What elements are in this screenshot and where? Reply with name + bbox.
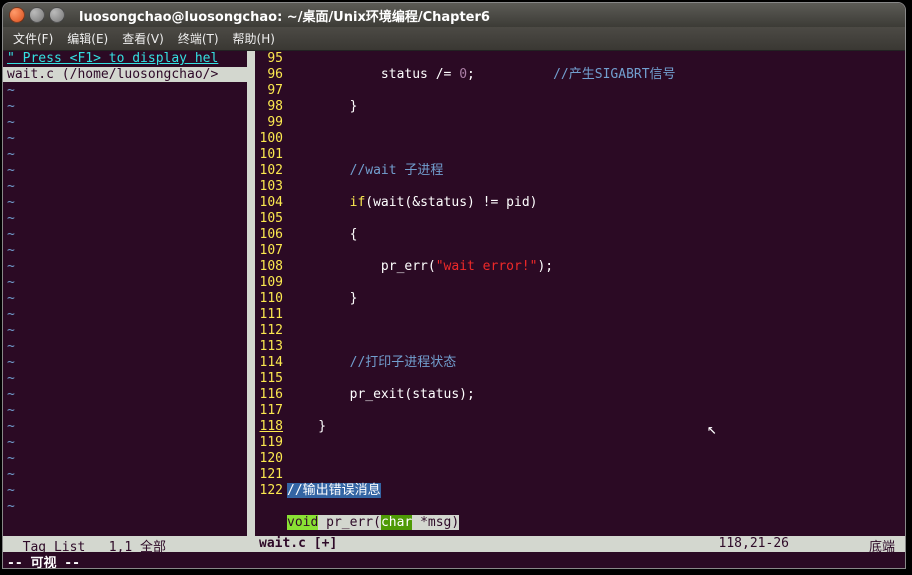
taglist-file-entry[interactable]: wait.c (/home/luosongchao/> [3, 67, 247, 82]
line-number: 122 [255, 483, 283, 499]
menu-view[interactable]: 查看(V) [116, 28, 170, 49]
taglist-pane[interactable]: " Press <F1> to display hel wait.c (/hom… [3, 51, 247, 568]
line-number: 97 [255, 83, 283, 99]
menu-help[interactable]: 帮助(H) [227, 28, 281, 49]
status-cursor-position: 118,21-26 [719, 536, 869, 552]
line-number: 106 [255, 227, 283, 243]
line-number: 119 [255, 435, 283, 451]
line-number: 102 [255, 163, 283, 179]
line-number: 113 [255, 339, 283, 355]
menu-terminal[interactable]: 终端(T) [172, 28, 225, 49]
line-number: 99 [255, 115, 283, 131]
vertical-separator[interactable] [247, 51, 255, 568]
line-number: 112 [255, 323, 283, 339]
line-number: 104 [255, 195, 283, 211]
line-number: 109 [255, 275, 283, 291]
code-text: status /= [287, 67, 459, 82]
status-taglist: __Tag_List__ 1,1 全部 [3, 536, 247, 552]
menubar: 文件(F) 编辑(E) 查看(V) 终端(T) 帮助(H) [3, 27, 905, 51]
menu-file[interactable]: 文件(F) [7, 28, 59, 49]
line-number: 103 [255, 179, 283, 195]
line-number: 120 [255, 451, 283, 467]
editor-area: " Press <F1> to display hel wait.c (/hom… [3, 51, 905, 568]
titlebar[interactable]: luosongchao@luosongchao: ~/桌面/Unix环境编程/C… [3, 3, 905, 27]
window-title: luosongchao@luosongchao: ~/桌面/Unix环境编程/C… [79, 6, 490, 25]
vim-mode: -- 可视 -- [7, 556, 80, 569]
mode-line: -- 可视 -- [3, 552, 905, 568]
window-close-icon[interactable] [9, 7, 25, 23]
window-maximize-icon[interactable] [49, 7, 65, 23]
line-number: 117 [255, 403, 283, 419]
taglist-hint: " Press <F1> to display hel [3, 51, 247, 66]
line-number: 107 [255, 243, 283, 259]
line-number: 115 [255, 371, 283, 387]
status-bar: __Tag_List__ 1,1 全部 wait.c [+] 118,21-26… [3, 536, 905, 552]
line-number: 105 [255, 211, 283, 227]
code-area[interactable]: status /= 0; //产生SIGABRT信号 } //wait 子进程 … [287, 51, 905, 568]
line-number: 111 [255, 307, 283, 323]
line-number: 118 [255, 419, 283, 435]
line-number: 96 [255, 67, 283, 83]
line-number: 110 [255, 291, 283, 307]
line-number: 100 [255, 131, 283, 147]
line-number: 114 [255, 355, 283, 371]
line-number: 108 [255, 259, 283, 275]
terminal-window: luosongchao@luosongchao: ~/桌面/Unix环境编程/C… [2, 2, 906, 569]
line-number: 98 [255, 99, 283, 115]
status-filename: wait.c [+] [259, 536, 337, 552]
status-scroll: 底端 [869, 536, 905, 552]
window-minimize-icon[interactable] [29, 7, 45, 23]
line-number: 116 [255, 387, 283, 403]
line-number: 121 [255, 467, 283, 483]
line-number: 101 [255, 147, 283, 163]
line-number: 95 [255, 51, 283, 67]
menu-edit[interactable]: 编辑(E) [61, 28, 114, 49]
tilde-column: ~~~~~~~~~~~~~~~~~~~~~~~~~~~ [7, 83, 15, 515]
line-number-gutter: 9596979899100101102103104105106107108109… [255, 51, 287, 568]
